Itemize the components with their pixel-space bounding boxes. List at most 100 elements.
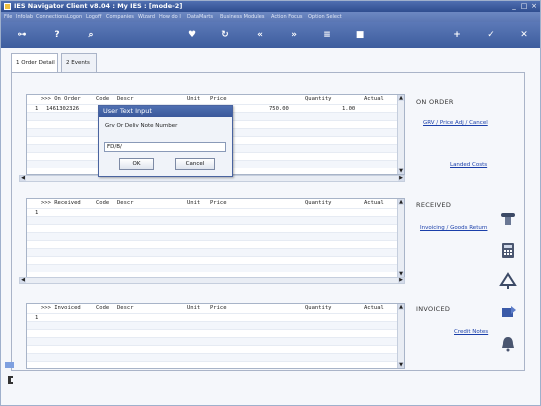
stop-icon[interactable]: ■ [354, 30, 366, 40]
scroll-up-icon[interactable]: ▲ [398, 304, 404, 310]
menu-action-focus[interactable]: Action Focus [271, 14, 303, 20]
table-row[interactable] [27, 216, 404, 224]
menu-datamarts[interactable]: DataMarts [187, 14, 213, 20]
tab-order-detail-label: 1 Order Detail [16, 60, 55, 66]
menu-file[interactable]: File [4, 14, 12, 20]
col-received: >>> Received [41, 200, 81, 206]
menu-drawer-icon[interactable] [4, 361, 16, 391]
cancel-button[interactable]: Cancel [175, 158, 215, 170]
ok-button[interactable]: OK [119, 158, 154, 170]
phone-icon[interactable] [499, 210, 517, 228]
table-row[interactable] [27, 361, 404, 368]
col-invoiced: >>> Invoiced [41, 305, 81, 311]
table-row[interactable] [27, 345, 404, 353]
col-quantity: Quantity [305, 200, 332, 206]
col-actual: Actual [364, 200, 384, 206]
col-descr: Descr [117, 305, 134, 311]
list-icon[interactable]: ≡ [321, 30, 333, 40]
received-section-title: RECEIVED [416, 201, 452, 209]
col-code: Code [96, 200, 110, 206]
table-row[interactable] [27, 240, 404, 248]
tab-events[interactable]: 2 Events [61, 53, 97, 72]
vertical-scrollbar[interactable]: ▲ ▼ [397, 304, 404, 368]
landed-costs-link[interactable]: Landed Costs [450, 162, 487, 168]
table-row[interactable]: 1 [27, 208, 404, 216]
received-grid[interactable]: >>> Received Code Descr Unit Price Quant… [26, 198, 405, 278]
grv-note-number-input[interactable]: FD/B/ [104, 142, 226, 152]
table-row[interactable] [27, 232, 404, 240]
menu-business-modules[interactable]: Business Modules [220, 14, 264, 20]
title-bar: IES Navigator Client v8.04 : My IES : [m… [1, 1, 540, 12]
menu-companies[interactable]: Companies [106, 14, 134, 20]
col-actual: Actual [364, 305, 384, 311]
app-logo-icon [4, 3, 11, 10]
credit-notes-link[interactable]: Credit Notes [454, 329, 488, 335]
toolbar: ⊶ ? ⌕ ♥ ↻ « » ≡ ■ + ✓ ✕ [1, 22, 540, 48]
grid-header: >>> On Order Code Descr Unit Price Quant… [27, 95, 404, 103]
vertical-scrollbar[interactable]: ▲ ▼ [397, 95, 404, 174]
table-row[interactable] [27, 321, 404, 329]
table-row[interactable] [27, 353, 404, 361]
table-row[interactable] [27, 224, 404, 232]
application-window: IES Navigator Client v8.04 : My IES : [m… [0, 0, 541, 406]
dialog-title: User Text Input [99, 106, 232, 117]
calculator-icon[interactable] [499, 241, 517, 259]
menu-logon[interactable]: Logon [67, 14, 82, 20]
col-code: Code [96, 305, 110, 311]
left-status-strip [4, 361, 16, 391]
col-on-order: >>> On Order [41, 96, 81, 102]
back-icon[interactable]: « [254, 30, 266, 40]
close-window-button[interactable]: × [530, 2, 538, 10]
key-icon[interactable]: ⊶ [13, 30, 31, 40]
check-icon[interactable]: ✓ [485, 30, 497, 40]
col-unit: Unit [187, 96, 201, 102]
close-icon[interactable]: ✕ [518, 30, 530, 40]
maximize-button[interactable]: □ [520, 2, 528, 10]
table-row[interactable] [27, 329, 404, 337]
grid-header: >>> Received Code Descr Unit Price Quant… [27, 199, 404, 207]
menu-how-do-i[interactable]: How do I [159, 14, 181, 20]
search-icon[interactable]: ⌕ [85, 30, 97, 40]
menu-option-select[interactable]: Option Select [308, 14, 342, 20]
table-row[interactable] [27, 337, 404, 345]
table-row[interactable] [27, 256, 404, 264]
col-price: Price [210, 96, 227, 102]
refresh-icon[interactable]: ↻ [219, 30, 231, 40]
table-row[interactable] [27, 248, 404, 256]
scroll-right-icon[interactable]: ▶ [398, 176, 404, 181]
menu-wizard[interactable]: Wizard [138, 14, 155, 20]
col-unit: Unit [187, 200, 201, 206]
forward-icon[interactable]: » [288, 30, 300, 40]
horizontal-scrollbar[interactable]: ◀ ▶ [19, 277, 405, 284]
on-order-section-title: ON ORDER [416, 98, 454, 106]
scroll-left-icon[interactable]: ◀ [20, 278, 26, 283]
invoicing-goods-return-link[interactable]: Invoicing / Goods Return [420, 225, 487, 231]
invoiced-grid[interactable]: >>> Invoiced Code Descr Unit Price Quant… [26, 303, 405, 369]
user-text-input-dialog: User Text Input Grv Or Deliv Note Number… [98, 105, 233, 177]
scroll-left-icon[interactable]: ◀ [20, 176, 26, 181]
tab-order-detail[interactable]: 1 Order Detail [11, 53, 58, 73]
menu-logoff[interactable]: Logoff [86, 14, 101, 20]
heart-icon[interactable]: ♥ [186, 30, 198, 40]
bell-icon[interactable] [499, 335, 517, 353]
minimize-button[interactable]: _ [510, 2, 518, 10]
table-row[interactable] [27, 264, 404, 272]
scale-icon[interactable] [499, 272, 517, 290]
scroll-up-icon[interactable]: ▲ [398, 199, 404, 205]
menu-connections[interactable]: Connections [36, 14, 67, 20]
menu-infolab[interactable]: Infolab [16, 14, 33, 20]
scroll-down-icon[interactable]: ▼ [398, 168, 404, 174]
tab-events-label: 2 Events [66, 60, 90, 66]
col-price: Price [210, 305, 227, 311]
col-unit: Unit [187, 305, 201, 311]
invoiced-section-title: INVOICED [416, 305, 451, 313]
help-icon[interactable]: ? [51, 30, 63, 40]
document-arrow-icon[interactable] [499, 304, 517, 322]
vertical-scrollbar[interactable]: ▲ ▼ [397, 199, 404, 277]
add-icon[interactable]: + [451, 30, 463, 40]
scroll-right-icon[interactable]: ▶ [398, 278, 404, 283]
grv-price-adj-cancel-link[interactable]: GRV / Price Adj / Cancel [423, 120, 488, 126]
scroll-down-icon[interactable]: ▼ [398, 362, 404, 368]
table-row[interactable]: 1 [27, 313, 404, 321]
scroll-up-icon[interactable]: ▲ [398, 95, 404, 101]
